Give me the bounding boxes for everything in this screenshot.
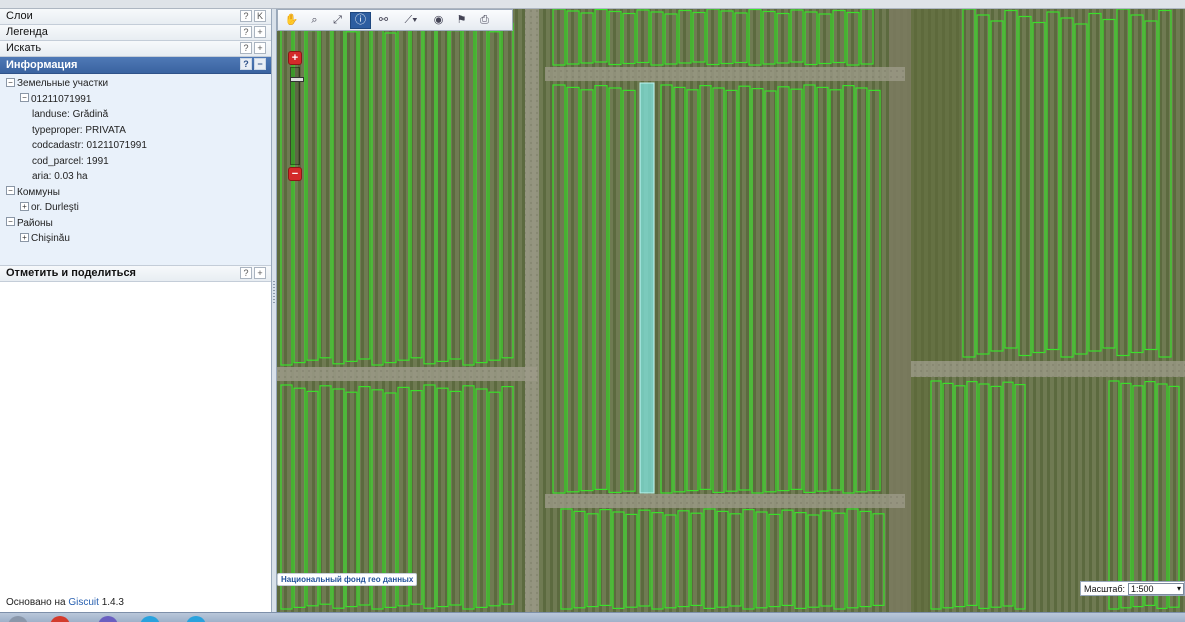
scale-value: 1:500 — [1131, 583, 1154, 594]
accordion-layers[interactable]: Слои ? K — [0, 9, 271, 25]
os-taskbar — [0, 612, 1185, 622]
legend-help-button[interactable]: ? — [240, 26, 252, 38]
accordion-share[interactable]: Отметить и поделиться ? + — [0, 266, 271, 282]
browser-top-strip — [0, 0, 1185, 9]
start-orb-icon[interactable] — [8, 616, 28, 622]
opera-icon[interactable] — [50, 616, 70, 622]
print-icon[interactable]: ⎙ — [474, 12, 495, 29]
chevron-down-icon: ▾ — [1176, 583, 1181, 593]
accordion-layers-title: Слои — [6, 10, 33, 22]
tree-label: or. Durleşti — [31, 202, 79, 213]
splitter-grip-icon[interactable] — [273, 281, 275, 305]
zoom-slider-knob[interactable] — [290, 77, 304, 82]
tree-node-district[interactable]: + Chişinău — [0, 231, 271, 247]
collapse-node-icon[interactable]: − — [6, 186, 15, 196]
accordion-legend-title: Легенда — [6, 26, 48, 38]
share-expand-button[interactable]: + — [254, 267, 266, 279]
attr-typeproper: typeproper: PRIVATA — [32, 124, 126, 136]
accordion-info-title: Информация — [6, 59, 78, 71]
legend-expand-button[interactable]: + — [254, 26, 266, 38]
accordion-search[interactable]: Искать ? + — [0, 41, 271, 57]
scale-select[interactable]: 1:500 ▾ — [1128, 582, 1184, 595]
viber-icon[interactable] — [98, 616, 118, 622]
accordion-info[interactable]: Информация ? − — [0, 57, 271, 74]
expand-node-icon[interactable]: + — [20, 201, 29, 211]
mark-flag-icon[interactable]: ⚑ — [451, 12, 472, 29]
attr-cod-parcel: cod_parcel: 1991 — [32, 155, 109, 167]
footer-version: 1.4.3 — [98, 597, 124, 608]
layers-collapse-button[interactable]: K — [254, 10, 266, 22]
share-help-button[interactable]: ? — [240, 267, 252, 279]
map-attribution[interactable]: Национальный фонд гео данных — [277, 573, 418, 586]
search-expand-button[interactable]: + — [254, 42, 266, 54]
tree-label: Районы — [17, 217, 53, 229]
scale-control: Масштаб: 1:500 ▾ — [1079, 581, 1185, 596]
info-tree: − Земельные участки −01211071991 landuse:… — [0, 74, 271, 266]
locate-icon[interactable]: ◉ — [428, 12, 449, 29]
attr-landuse: landuse: Grădină — [32, 109, 109, 120]
attr-aria: aria: 0.03 ha — [32, 171, 88, 182]
info-help-button[interactable]: ? — [240, 58, 252, 70]
accordion-legend[interactable]: Легенда ? + — [0, 25, 271, 41]
collapse-node-icon[interactable]: − — [6, 217, 15, 227]
tree-label: Земельные участки — [17, 78, 109, 89]
zoom-control: + − — [288, 51, 304, 182]
tree-node-parcel[interactable]: −01211071991 — [0, 92, 271, 108]
collapse-node-icon[interactable]: − — [6, 77, 15, 87]
giscuit-link[interactable]: Giscuit — [68, 597, 99, 608]
app-icon[interactable] — [186, 616, 206, 622]
skype-icon[interactable] — [140, 616, 160, 622]
tree-node-districts[interactable]: − Районы — [0, 216, 271, 232]
collapse-node-icon[interactable]: − — [20, 93, 29, 103]
accordion-share-title: Отметить и поделиться — [6, 267, 136, 279]
zoom-box-icon[interactable]: ⌕ — [304, 12, 325, 29]
accordion-search-title: Искать — [6, 42, 42, 54]
info-collapse-button[interactable]: − — [254, 58, 266, 70]
map-canvas[interactable]: ✋ ⌕ ⤢ ⓘ ⚯ ⟋▾ ◉ ⚑ ⎙ + − Национальный фонд… — [277, 9, 1185, 612]
zoom-slider-track[interactable] — [290, 67, 304, 165]
tree-node-communes[interactable]: − Коммуны — [0, 185, 271, 201]
zoom-out-button[interactable]: − — [288, 167, 302, 181]
app-footer: Основано на Giscuit 1.4.3 — [6, 597, 124, 608]
tree-label: Коммуны — [17, 186, 60, 198]
selected-parcel[interactable] — [639, 82, 655, 494]
measure-icon[interactable]: ⟋▾ — [396, 12, 426, 29]
search-help-button[interactable]: ? — [240, 42, 252, 54]
zoom-extent-icon[interactable]: ⤢ — [327, 12, 348, 29]
find-binoculars-icon[interactable]: ⚯ — [373, 12, 394, 29]
tree-label: Chişinău — [31, 233, 70, 244]
map-toolbar: ✋ ⌕ ⤢ ⓘ ⚯ ⟋▾ ◉ ⚑ ⎙ — [277, 9, 513, 31]
expand-node-icon[interactable]: + — [20, 232, 29, 242]
footer-prefix: Основано на — [6, 597, 69, 608]
tree-node-commune[interactable]: + or. Durleşti — [0, 200, 271, 216]
pan-hand-icon[interactable]: ✋ — [281, 12, 302, 29]
attr-codcadastr: codcadastr: 01211071991 — [32, 140, 147, 151]
zoom-in-button[interactable]: + — [288, 51, 302, 65]
identify-icon[interactable]: ⓘ — [350, 11, 371, 29]
layers-help-button[interactable]: ? — [240, 10, 252, 22]
side-panel: Слои ? K Легенда ? + Искать ? + Информац… — [0, 9, 272, 612]
tree-node-land-parcels[interactable]: − Земельные участки — [0, 76, 271, 92]
scale-label: Масштаб: — [1083, 583, 1125, 594]
satellite-imagery[interactable] — [277, 9, 1185, 612]
tree-label: 01211071991 — [31, 93, 92, 105]
